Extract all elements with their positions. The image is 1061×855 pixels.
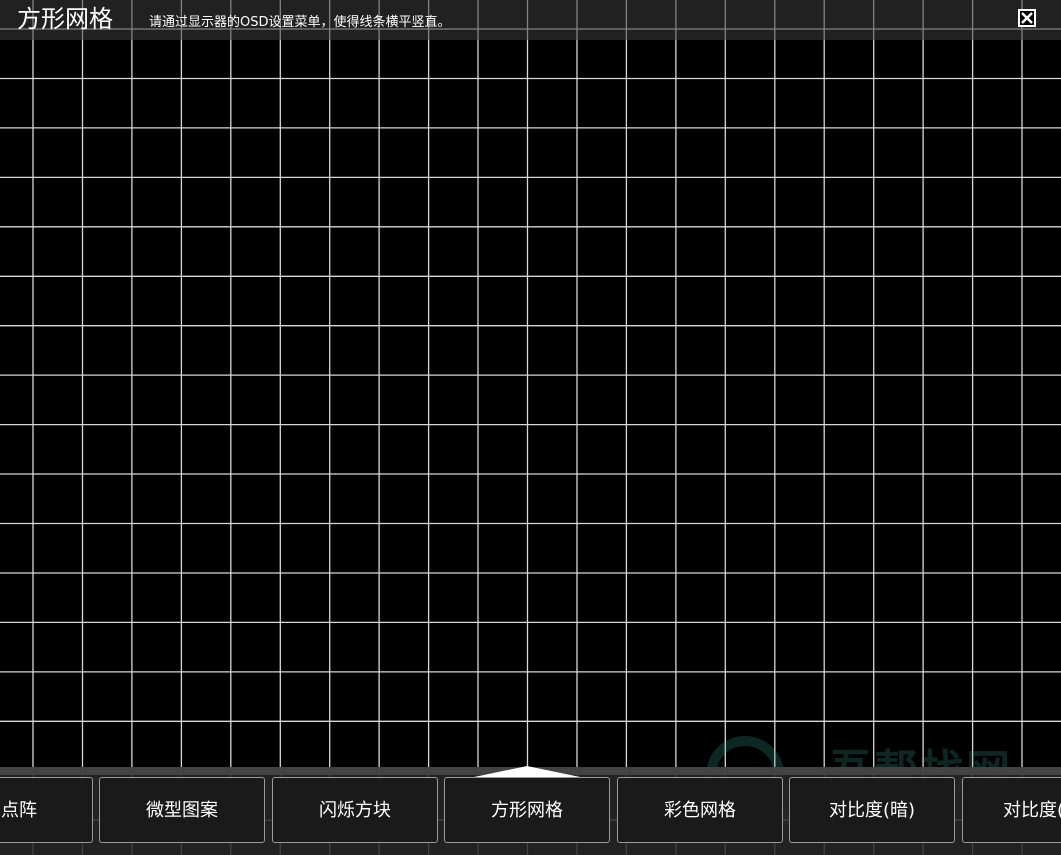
tab-label: 方形网格 [491,800,563,821]
tab-label: 微型图案 [146,800,218,821]
tab-list: 点阵 微型图案 闪烁方块 方形网格 彩色网格 对比度(暗) 对比度( [0,766,1061,845]
close-button[interactable] [1018,9,1036,27]
tab-flashing-squares[interactable]: 闪烁方块 [272,777,438,843]
tab-micro-pattern[interactable]: 微型图案 [99,777,265,843]
tab-label: 彩色网格 [664,800,736,821]
page-title: 方形网格 [17,5,113,33]
tab-color-grid[interactable]: 彩色网格 [617,777,783,843]
tab-contrast-dark[interactable]: 对比度(暗) [789,777,955,843]
header-bar: 方形网格 请通过显示器的OSD设置菜单，使得线条横平竖直。 [0,0,1061,40]
instruction-text: 请通过显示器的OSD设置菜单，使得线条横平竖直。 [149,15,451,30]
pattern-tab-bar: 点阵 微型图案 闪烁方块 方形网格 彩色网格 对比度(暗) 对比度( [0,766,1061,855]
tab-contrast-light[interactable]: 对比度( [962,777,1061,843]
square-grid-pattern [0,0,1061,855]
test-pattern-screen: 方形网格 请通过显示器的OSD设置菜单，使得线条横平竖直。 吾帮找网 zhao.… [0,0,1061,855]
tab-square-grid[interactable]: 方形网格 [444,777,610,843]
tab-label: 闪烁方块 [319,800,391,821]
tab-dot-matrix[interactable]: 点阵 [0,777,93,843]
tab-label: 点阵 [1,800,37,821]
tab-label: 对比度(暗) [828,800,916,821]
tab-label: 对比度( [1003,800,1061,821]
active-tab-pointer [474,766,580,777]
close-icon [1021,12,1033,24]
